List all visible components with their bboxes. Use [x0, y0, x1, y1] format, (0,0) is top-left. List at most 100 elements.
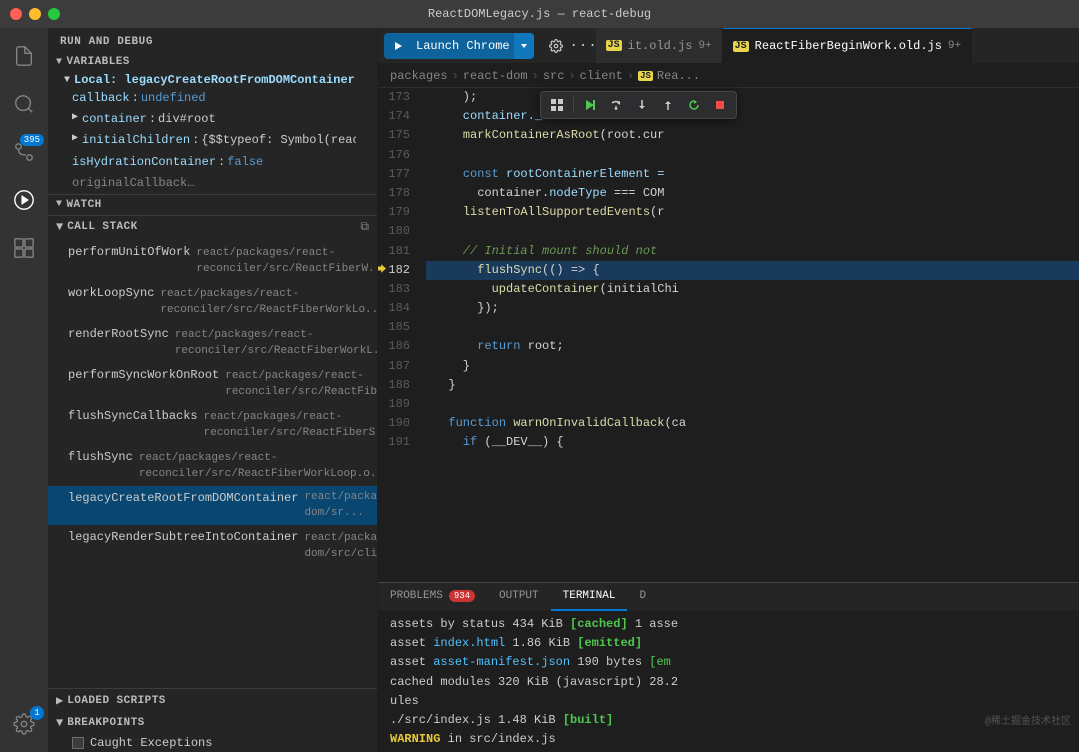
tab-terminal-label: TERMINAL: [563, 590, 616, 602]
breakpoint-checkbox[interactable]: [72, 737, 84, 749]
sidebar-item-debug[interactable]: [0, 176, 48, 224]
code-line-187: }: [426, 357, 1079, 376]
launch-play-button[interactable]: [384, 33, 412, 59]
tab-it-old-js[interactable]: JS it.old.js 9+: [596, 28, 723, 63]
debug-step-out-button[interactable]: [656, 94, 680, 116]
line-184: 184: [382, 299, 418, 318]
terminal-line-7: WARNING in src/index.js: [390, 730, 1067, 749]
launch-dropdown-button[interactable]: [514, 33, 534, 59]
var-container[interactable]: ▶ container : div#root: [56, 109, 377, 130]
var-initial-children[interactable]: ▶ initialChildren : {$$typeof: Symbol(re…: [56, 130, 356, 151]
callstack-item-3[interactable]: performSyncWorkOnRoot react/packages/rea…: [48, 363, 377, 404]
watch-chevron: ▼: [56, 199, 62, 210]
var-local-label: Local: legacyCreateRootFromDOMContainer: [74, 73, 355, 87]
sidebar-item-source-control[interactable]: 395: [0, 128, 48, 176]
callstack-item-6[interactable]: legacyCreateRootFromDOMContainer react/p…: [48, 486, 377, 525]
sidebar-item-extensions[interactable]: [0, 224, 48, 272]
callstack-item-2[interactable]: renderRootSync react/packages/react-reco…: [48, 322, 377, 363]
line-185: 185: [382, 318, 418, 337]
tab-problems-label: PROBLEMS: [390, 590, 443, 602]
breakpoint-caught-exceptions[interactable]: Caught Exceptions: [48, 734, 377, 752]
sidebar-item-search[interactable]: [0, 80, 48, 128]
callstack-item-1[interactable]: workLoopSync react/packages/react-reconc…: [48, 281, 377, 322]
terminal-line-0: assets by status 434 KiB [cached] 1 asse: [390, 615, 1067, 634]
code-content[interactable]: ); container._reactRootContaine markCont…: [426, 88, 1079, 582]
callstack-item-5[interactable]: flushSync react/packages/react-reconcile…: [48, 445, 377, 486]
breakpoints-chevron: ▼: [56, 716, 63, 730]
breadcrumb-js-icon: JS: [638, 71, 653, 81]
line-181: 181: [382, 242, 418, 261]
var-local-header[interactable]: ▼ Local: legacyCreateRootFromDOMContaine…: [56, 72, 377, 88]
debug-stop-button[interactable]: [708, 94, 732, 116]
breadcrumb-packages[interactable]: packages: [390, 69, 448, 83]
tab-reactfiberbeginwork[interactable]: JS ReactFiberBeginWork.old.js 9+: [723, 28, 972, 63]
debug-toolbar-sep1: [573, 97, 574, 113]
code-line-191: if (__DEV__) {: [426, 433, 1079, 452]
breakpoints-header[interactable]: ▼ BREAKPOINTS: [48, 712, 377, 734]
callstack-item-7[interactable]: legacyRenderSubtreeIntoContainer react/p…: [48, 525, 377, 566]
line-175: 175: [382, 126, 418, 145]
js-icon-tab1: JS: [606, 40, 622, 51]
run-debug-header: RUN AND DEBUG: [48, 28, 377, 52]
debug-settings-button[interactable]: [542, 32, 570, 60]
breadcrumb-react-dom[interactable]: react-dom: [463, 69, 528, 83]
code-line-185: [426, 318, 1079, 337]
code-line-190: function warnOnInvalidCallback(ca: [426, 414, 1079, 433]
watch-title: WATCH: [66, 199, 101, 211]
tab-output[interactable]: OUTPUT: [487, 583, 551, 611]
variables-title: VARIABLES: [66, 56, 129, 68]
minimize-button[interactable]: [29, 8, 41, 20]
watermark: @稀土掘金技术社区: [985, 712, 1071, 728]
callstack-list: performUnitOfWork react/packages/react-r…: [48, 238, 377, 688]
activity-bar: 395 1: [0, 28, 48, 752]
callstack-icon[interactable]: ⧉: [360, 220, 369, 234]
breadcrumb-file[interactable]: Rea...: [657, 69, 700, 83]
var-callback[interactable]: callback : undefined: [56, 88, 377, 109]
settings-icon[interactable]: 1: [0, 700, 48, 748]
variables-header[interactable]: ▼ VARIABLES: [48, 52, 377, 72]
var-original-callback[interactable]: originalCallback…: [56, 173, 377, 194]
launch-config[interactable]: Launch Chrome: [384, 33, 534, 59]
line-183: 183: [382, 280, 418, 299]
debug-step-over-button[interactable]: [604, 94, 628, 116]
run-debug-title: RUN AND DEBUG: [60, 36, 153, 48]
window-controls[interactable]: [10, 8, 60, 20]
breadcrumb-src[interactable]: src: [543, 69, 565, 83]
loaded-scripts-chevron: ▶: [56, 693, 63, 708]
loaded-scripts-header[interactable]: ▶ LOADED SCRIPTS: [48, 689, 377, 712]
variables-tree: ▼ Local: legacyCreateRootFromDOMContaine…: [48, 72, 377, 194]
close-button[interactable]: [10, 8, 22, 20]
js-icon-tab2: JS: [733, 41, 749, 52]
debug-step-into-button[interactable]: [630, 94, 654, 116]
callstack-section: ▼ CALL STACK ⧉ performUnitOfWork react/p…: [48, 215, 377, 688]
terminal-content[interactable]: assets by status 434 KiB [cached] 1 asse…: [378, 611, 1079, 752]
problems-badge: 934: [449, 590, 475, 602]
tab-problems[interactable]: PROBLEMS 934: [378, 583, 487, 611]
watch-header[interactable]: ▼ WATCH: [48, 195, 377, 215]
editor-top-bar: Launch Chrome ··· JS it.old.js 9+: [378, 28, 1079, 64]
tab-terminal[interactable]: TERMINAL: [551, 583, 628, 611]
callstack-header: ▼ CALL STACK ⧉: [48, 216, 377, 238]
breadcrumb-client[interactable]: client: [580, 69, 623, 83]
code-line-180: [426, 222, 1079, 241]
code-line-179: listenToAllSupportedEvents(r: [426, 203, 1079, 222]
debug-more-button[interactable]: ···: [572, 32, 596, 60]
terminal-line-5: ./src/index.js 1.48 KiB [built]: [390, 711, 1067, 730]
tab-d[interactable]: D: [627, 583, 658, 611]
debug-restart-button[interactable]: [682, 94, 706, 116]
debug-grid-button[interactable]: [545, 94, 569, 116]
terminal-line-2: asset asset-manifest.json 190 bytes [em: [390, 653, 1067, 672]
code-line-176: [426, 146, 1079, 165]
sidebar-item-files[interactable]: [0, 32, 48, 80]
terminal-line-1: asset index.html 1.86 KiB [emitted]: [390, 634, 1067, 653]
line-177: 177: [382, 165, 418, 184]
callstack-item-4[interactable]: flushSyncCallbacks react/packages/react-…: [48, 404, 377, 445]
debug-continue-button[interactable]: [578, 94, 602, 116]
line-189: 189: [382, 395, 418, 414]
title-bar: ReactDOMLegacy.js — react-debug: [0, 0, 1079, 28]
line-186: 186: [382, 337, 418, 356]
maximize-button[interactable]: [48, 8, 60, 20]
breadcrumb-bar: packages › react-dom › src › client › JS…: [378, 64, 1079, 88]
callstack-item-0[interactable]: performUnitOfWork react/packages/react-r…: [48, 240, 377, 281]
var-hydration[interactable]: isHydrationContainer : false: [56, 152, 377, 173]
